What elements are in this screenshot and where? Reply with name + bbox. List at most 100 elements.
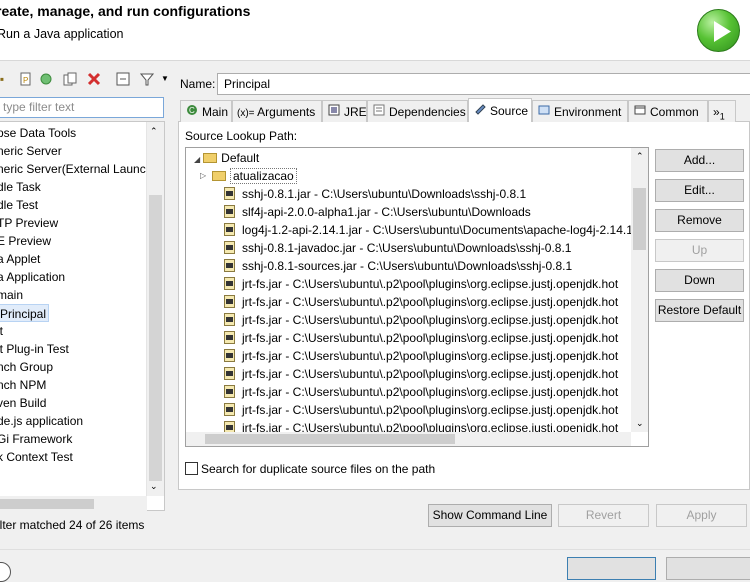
name-input[interactable]: Principal	[217, 73, 750, 95]
project-entry[interactable]: ▷ atualizacao	[200, 167, 297, 185]
config-tree-item[interactable]: neric Server(External Launch)	[0, 160, 156, 178]
config-tree-item[interactable]: a Application	[0, 268, 65, 286]
jar-entry[interactable]: jrt-fs.jar - C:\Users\ubuntu\.p2\pool\pl…	[224, 329, 618, 347]
config-tree-item[interactable]: main	[0, 286, 23, 304]
tab-environment[interactable]: Environment	[532, 100, 628, 123]
config-tree-item[interactable]: ven Build	[0, 394, 46, 412]
jar-entry[interactable]: jrt-fs.jar - C:\Users\ubuntu\.p2\pool\pl…	[224, 365, 618, 383]
tab-common[interactable]: Common	[628, 100, 708, 123]
tab-dependencies-label: Dependencies	[389, 105, 466, 119]
list-hscroll-thumb[interactable]	[205, 434, 455, 444]
dialog-subtitle: Run a Java application	[0, 27, 124, 41]
jar-entry[interactable]: jrt-fs.jar - C:\Users\ubuntu\.p2\pool\pl…	[224, 383, 618, 401]
config-tree-item[interactable]: E Preview	[0, 232, 51, 250]
jar-entry[interactable]: slf4j-api-2.0.0-alpha1.jar - C:\Users\ub…	[224, 203, 531, 221]
project-entry-label: atualizacao	[230, 168, 297, 184]
collapse-all-icon[interactable]	[116, 72, 130, 86]
jar-entry[interactable]: jrt-fs.jar - C:\Users\ubuntu\.p2\pool\pl…	[224, 293, 618, 311]
config-tree-item[interactable]: dle Task	[0, 178, 41, 196]
tab-arguments[interactable]: (x)= Arguments	[232, 100, 322, 123]
jar-entry[interactable]: sshj-0.8.1.jar - C:\Users\ubuntu\Downloa…	[224, 185, 526, 203]
tree-scroll-thumb[interactable]	[149, 195, 162, 481]
default-node[interactable]: ◢ Default	[194, 149, 259, 167]
jar-icon	[224, 277, 235, 291]
jar-icon	[224, 331, 235, 345]
config-tree-item[interactable]: Gi Framework	[0, 430, 72, 448]
jar-entry[interactable]: log4j-1.2-api-2.14.1.jar - C:\Users\ubun…	[224, 221, 633, 239]
remove-button[interactable]: Remove	[655, 209, 744, 232]
tab-jre[interactable]: JRE	[322, 100, 367, 123]
jar-entry[interactable]: sshj-0.8.1-sources.jar - C:\Users\ubuntu…	[224, 257, 572, 275]
jar-icon	[224, 295, 235, 309]
scroll-down-icon[interactable]: ⌄	[150, 481, 158, 492]
up-button[interactable]: Up	[655, 239, 744, 262]
jar-entry[interactable]: jrt-fs.jar - C:\Users\ubuntu\.p2\pool\pl…	[224, 275, 618, 293]
list-scroll-down-icon[interactable]: ⌄	[636, 418, 644, 429]
jar-entry-label: jrt-fs.jar - C:\Users\ubuntu\.p2\pool\pl…	[242, 313, 619, 327]
apply-button[interactable]: Apply	[656, 504, 747, 527]
config-tree-item[interactable]: k Context Test	[0, 448, 73, 466]
tab-overflow[interactable]: »1	[708, 100, 736, 123]
arguments-tab-icon: (x)=	[237, 108, 255, 119]
jar-icon	[224, 313, 235, 327]
expand-right-icon[interactable]: ▷	[200, 167, 206, 185]
config-tree-item[interactable]: de.js application	[0, 412, 83, 430]
default-label: Default	[221, 151, 260, 165]
edit-button[interactable]: Edit...	[655, 179, 744, 202]
config-tree-item[interactable]: nch Group	[0, 358, 53, 376]
jar-entry-label: slf4j-api-2.0.0-alpha1.jar - C:\Users\ub…	[242, 205, 531, 219]
run-button[interactable]	[567, 557, 656, 580]
new-file-icon[interactable]: ▪	[0, 72, 9, 86]
source-lookup-label: Source Lookup Path:	[185, 129, 298, 143]
duplicate-icon[interactable]	[63, 72, 77, 86]
config-tree-item[interactable]: dle Test	[0, 196, 38, 214]
config-tree-item[interactable]: TP Preview	[0, 214, 58, 232]
list-scroll-up-icon[interactable]: ⌃	[636, 151, 644, 162]
tab-arguments-label: Arguments	[257, 105, 316, 119]
common-tab-icon	[633, 102, 647, 124]
jar-entry[interactable]: sshj-0.8.1-javadoc.jar - C:\Users\ubuntu…	[224, 239, 571, 257]
close-button[interactable]	[666, 557, 750, 580]
jar-entry-label: jrt-fs.jar - C:\Users\ubuntu\.p2\pool\pl…	[242, 385, 619, 399]
config-tree-item[interactable]: a Applet	[0, 250, 40, 268]
add-button[interactable]: Add...	[655, 149, 744, 172]
scroll-up-icon[interactable]: ⌃	[150, 126, 158, 137]
environment-tab-icon	[537, 102, 551, 124]
new-prototype-icon[interactable]: P	[19, 72, 33, 86]
duplicate-search-checkbox[interactable]	[185, 462, 198, 475]
svg-text:C: C	[189, 106, 195, 115]
restore-default-button[interactable]: Restore Default	[655, 299, 744, 322]
configuration-tree[interactable]: pse Data Tools neric Server neric Server(E…	[0, 121, 165, 511]
config-tree-item[interactable]: it Plug-in Test	[0, 340, 69, 358]
jar-entry[interactable]: jrt-fs.jar - C:\Users\ubuntu\.p2\pool\pl…	[224, 347, 618, 365]
jar-entry-label: jrt-fs.jar - C:\Users\ubuntu\.p2\pool\pl…	[242, 277, 619, 291]
jar-icon	[224, 367, 235, 381]
jar-entry[interactable]: jrt-fs.jar - C:\Users\ubuntu\.p2\pool\pl…	[224, 401, 618, 419]
tab-main[interactable]: C Main	[180, 100, 232, 123]
run-icon	[697, 9, 740, 52]
help-icon[interactable]	[0, 562, 11, 582]
tab-source[interactable]: Source	[468, 98, 532, 123]
jar-entry[interactable]: jrt-fs.jar - C:\Users\ubuntu\.p2\pool\pl…	[224, 311, 618, 329]
list-scroll-thumb[interactable]	[633, 188, 646, 250]
show-command-line-button[interactable]: Show Command Line	[428, 504, 552, 527]
export-icon[interactable]	[39, 72, 53, 86]
view-menu-icon[interactable]: ▼	[158, 72, 172, 86]
config-tree-item[interactable]: it	[0, 322, 3, 340]
filter-input[interactable]: type filter text	[0, 97, 164, 118]
config-tree-item[interactable]: Principal	[0, 304, 50, 322]
tree-hscroll-thumb[interactable]	[0, 499, 94, 509]
config-tree-item[interactable]: pse Data Tools	[0, 124, 76, 142]
config-tree-item[interactable]: neric Server	[0, 142, 62, 160]
down-button[interactable]: Down	[655, 269, 744, 292]
tab-dependencies[interactable]: Dependencies	[367, 100, 468, 123]
dependencies-tab-icon	[372, 102, 386, 124]
filter-icon[interactable]	[139, 72, 155, 86]
revert-button[interactable]: Revert	[558, 504, 649, 527]
filter-status: ilter matched 24 of 26 items	[0, 518, 145, 532]
config-tree-item[interactable]: nch NPM	[0, 376, 46, 394]
tab-common-label: Common	[650, 105, 699, 119]
source-lookup-list[interactable]: ◢ Default ▷ atualizacao sshj-0.8.1.jar - C:…	[185, 147, 649, 447]
jar-entry-label: sshj-0.8.1.jar - C:\Users\ubuntu\Downloa…	[242, 187, 527, 201]
delete-icon[interactable]	[87, 72, 101, 86]
